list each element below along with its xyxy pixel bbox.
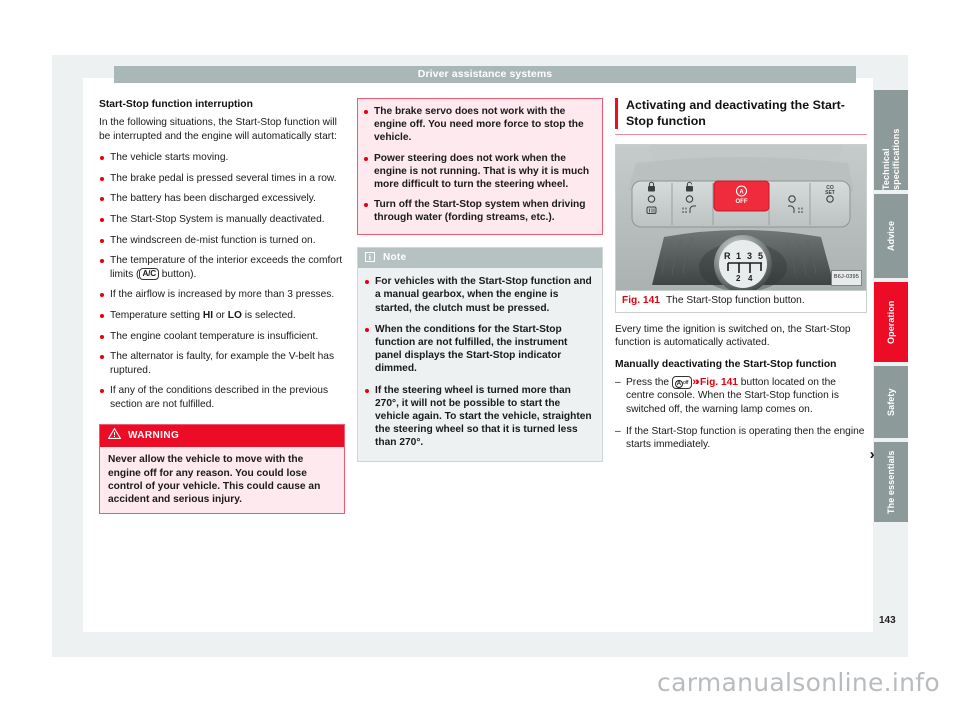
- warning-triangle-icon: [107, 427, 122, 444]
- running-header: Driver assistance systems: [114, 66, 856, 83]
- warning-box: WARNING Never allow the vehicle to move …: [99, 423, 345, 514]
- figure-caption-text: The Start-Stop function button.: [665, 295, 805, 306]
- svg-text:4: 4: [748, 274, 753, 283]
- list-item: The alternator is faulty, for example th…: [99, 350, 345, 377]
- figure-crossref-link[interactable]: Fig. 141: [700, 377, 738, 388]
- setting-mid: or: [213, 309, 228, 321]
- info-icon: i: [365, 252, 375, 263]
- manual-page-screenshot: Driver assistance systems Start-Stop fun…: [0, 0, 960, 708]
- list-item: The windscreen de-mist function is turne…: [99, 234, 345, 248]
- figure-141: A OFF CO SET R 1 3 5 2 4 B6J-0395 Fig. 1…: [615, 144, 867, 313]
- list-item: For vehicles with the Start-Stop functio…: [364, 275, 595, 315]
- warning-header: WARNING: [100, 424, 344, 448]
- list-item: The Start-Stop System is manually deacti…: [99, 213, 345, 227]
- svg-text:A: A: [739, 190, 744, 196]
- warning-label: WARNING: [128, 429, 180, 441]
- column-left: Start-Stop function interruption In the …: [99, 98, 345, 514]
- setting-prefix: Temperature setting: [110, 309, 203, 321]
- list-item: The engine coolant temperature is insuff…: [99, 330, 345, 344]
- list-item: Turn off the Start-Stop system when driv…: [363, 198, 595, 224]
- thumb-tab-strip: Technical specifications Advice Operatio…: [874, 90, 908, 526]
- xref-chevrons: »›: [692, 375, 699, 388]
- tab-safety[interactable]: Safety: [874, 366, 908, 438]
- tab-operation[interactable]: Operation: [874, 282, 908, 362]
- tab-advice[interactable]: Advice: [874, 194, 908, 278]
- list-item: If any of the conditions described in th…: [99, 384, 345, 411]
- list-item: If the Start-Stop function is operating …: [615, 425, 867, 452]
- tab-technical-specifications[interactable]: Technical specifications: [874, 90, 908, 190]
- list-item: The brake servo does not work with the e…: [363, 105, 595, 145]
- press-prefix: Press the: [626, 376, 672, 388]
- col3-intro: Every time the ignition is switched on, …: [615, 323, 851, 349]
- setting-hi: HI: [202, 309, 214, 321]
- list-item-temperature: The temperature of the interior exceeds …: [99, 254, 345, 281]
- col1-heading: Start-Stop function interruption: [99, 99, 253, 110]
- list-item: The vehicle starts moving.: [99, 151, 345, 165]
- list-item-setting: Temperature setting HI or LO is selected…: [99, 309, 345, 323]
- list-item: The brake pedal is pressed several times…: [99, 172, 345, 186]
- setting-suffix: is selected.: [241, 309, 296, 321]
- col1-intro: In the following situations, the Start-S…: [99, 117, 337, 142]
- svg-text:2: 2: [736, 274, 741, 283]
- note-body: For vehicles with the Start-Stop functio…: [358, 268, 602, 461]
- column-right: Activating and deactivating the Start-St…: [615, 98, 878, 462]
- figure-code-label: B6J-0395: [830, 270, 862, 286]
- warning-text: Never allow the vehicle to move with the…: [100, 447, 344, 513]
- svg-text:5: 5: [758, 251, 763, 261]
- note-box: i Note For vehicles with the Start-Stop …: [357, 246, 603, 462]
- ac-button-icon: A/C: [139, 267, 159, 280]
- col3-dash-list: Press the Aoff»› Fig. 141 button located…: [615, 375, 867, 452]
- a-circle-glyph: A: [674, 379, 683, 388]
- temp-suffix: button).: [158, 268, 197, 280]
- column-middle: The brake servo does not work with the e…: [357, 98, 603, 462]
- note-bullet-list: For vehicles with the Start-Stop functio…: [364, 275, 595, 449]
- site-watermark: carmanualsonline.info: [657, 668, 940, 697]
- list-item: The battery has been discharged excessiv…: [99, 192, 345, 206]
- off-glyph: off: [682, 379, 689, 386]
- warning-continuation-box: The brake servo does not work with the e…: [357, 98, 603, 235]
- list-item: If the airflow is increased by more than…: [99, 288, 345, 302]
- list-item: If the steering wheel is turned more tha…: [364, 384, 595, 450]
- console-svg: A OFF CO SET R 1 3 5 2 4: [616, 145, 866, 290]
- section-rule: [615, 134, 867, 135]
- setting-lo: LO: [227, 309, 242, 321]
- list-item: Power steering does not work when the en…: [363, 152, 595, 192]
- figure-caption: Fig. 141 The Start-Stop function button.: [616, 290, 866, 312]
- col1-bullet-list: The vehicle starts moving. The brake ped…: [99, 151, 345, 411]
- svg-text:SET: SET: [825, 190, 835, 196]
- list-item: When the conditions for the Start-Stop f…: [364, 323, 595, 376]
- start-stop-button-icon: Aoff: [671, 375, 693, 390]
- list-item-press-button: Press the Aoff»› Fig. 141 button located…: [615, 375, 867, 417]
- svg-text:3: 3: [747, 251, 752, 261]
- page-number: 143: [879, 615, 896, 626]
- pink-bullet-list: The brake servo does not work with the e…: [363, 105, 595, 225]
- centre-console-illustration: A OFF CO SET R 1 3 5 2 4 B6J-0395: [616, 145, 866, 290]
- svg-text:1: 1: [736, 251, 741, 261]
- svg-text:R: R: [724, 251, 731, 261]
- note-header: i Note: [358, 247, 602, 269]
- note-label: Note: [383, 251, 407, 263]
- section-heading: Activating and deactivating the Start-St…: [615, 98, 867, 129]
- col3-subheading: Manually deactivating the Start-Stop fun…: [615, 358, 837, 370]
- figure-number: Fig. 141: [622, 295, 660, 306]
- svg-text:OFF: OFF: [736, 199, 748, 205]
- tab-the-essentials[interactable]: The essentials: [874, 442, 908, 522]
